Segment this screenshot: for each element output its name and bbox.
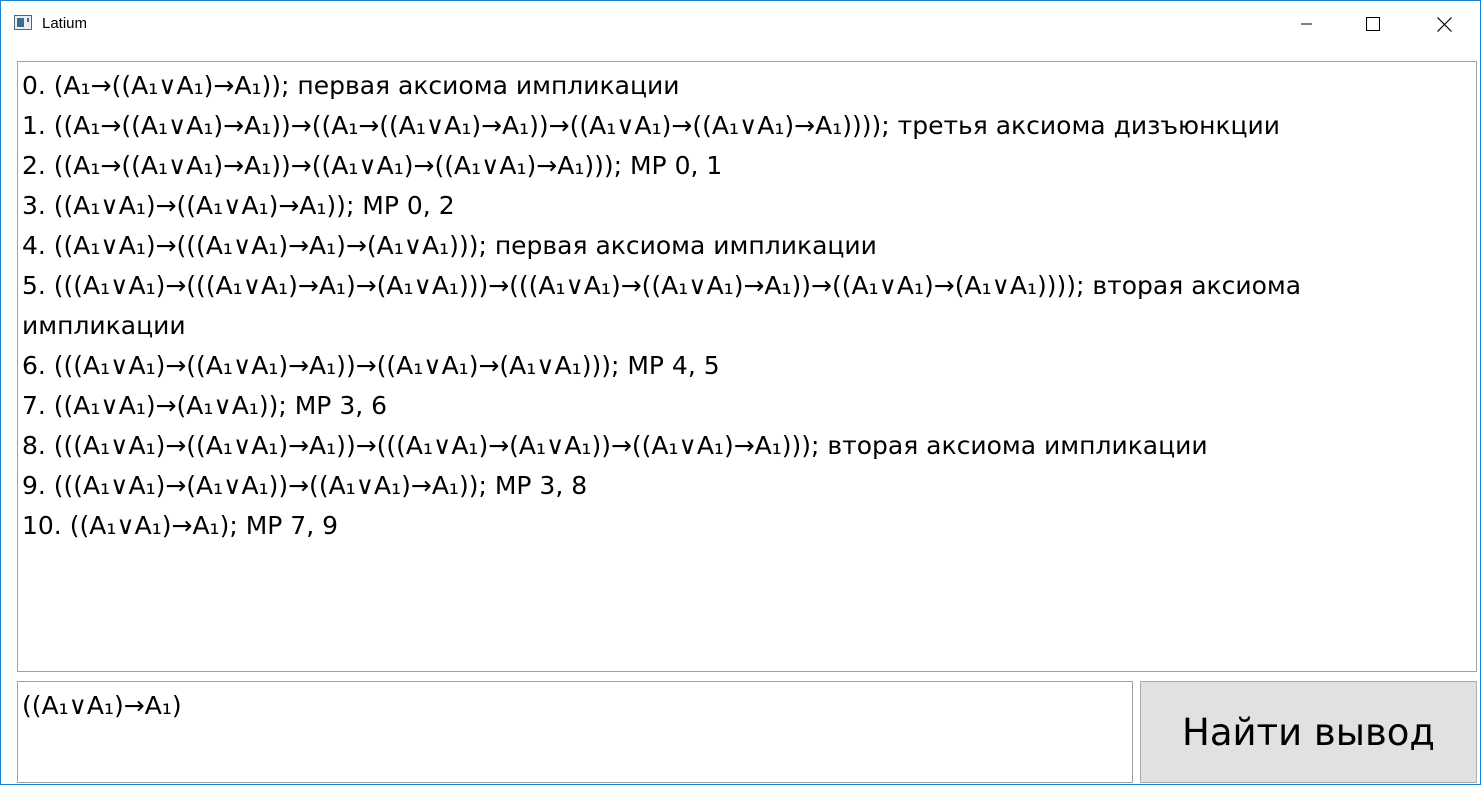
derivation-line: 10. ((A₁∨A₁)→A₁); MP 7, 9 [22, 511, 339, 540]
minimize-icon [1301, 23, 1312, 25]
derivation-line: 7. ((A₁∨A₁)→(A₁∨A₁)); MP 3, 6 [22, 391, 388, 420]
window-title: Latium [42, 15, 88, 32]
derivation-line: 2. ((A₁→((A₁∨A₁)→A₁))→((A₁∨A₁)→((A₁∨A₁)→… [22, 151, 723, 180]
derivation-line: 6. (((A₁∨A₁)→((A₁∨A₁)→A₁))→((A₁∨A₁)→(A₁∨… [22, 351, 720, 380]
derivation-line: 8. (((A₁∨A₁)→((A₁∨A₁)→A₁))→(((A₁∨A₁)→(A₁… [22, 431, 1208, 460]
derivation-line: 0. (A₁→((A₁∨A₁)→A₁)); первая аксиома имп… [22, 71, 680, 100]
find-derivation-button[interactable]: Найти вывод [1140, 681, 1477, 783]
app-window: Latium 0. (A₁→((A₁∨A₁)→A₁)); первая акси… [0, 0, 1481, 785]
maximize-icon [1366, 17, 1380, 31]
minimize-button[interactable] [1284, 1, 1330, 47]
derivation-output[interactable]: 0. (A₁→((A₁∨A₁)→A₁)); первая аксиома имп… [17, 61, 1477, 672]
derivation-line: 1. ((A₁→((A₁∨A₁)→A₁))→((A₁→((A₁∨A₁)→A₁))… [22, 111, 1281, 140]
derivation-line: 5. (((A₁∨A₁)→(((A₁∨A₁)→A₁)→(A₁∨A₁)))→(((… [22, 271, 1310, 340]
close-icon [1436, 16, 1452, 32]
derivation-line: 9. (((A₁∨A₁)→(A₁∨A₁))→((A₁∨A₁)→A₁)); MP … [22, 471, 588, 500]
close-button[interactable] [1421, 1, 1467, 47]
app-icon [14, 15, 32, 30]
maximize-button[interactable] [1350, 1, 1396, 47]
derivation-line: 4. ((A₁∨A₁)→(((A₁∨A₁)→A₁)→(A₁∨A₁))); пер… [22, 231, 877, 260]
title-bar[interactable]: Latium [1, 1, 1480, 47]
derivation-line: 3. ((A₁∨A₁)→((A₁∨A₁)→A₁)); MP 0, 2 [22, 191, 455, 220]
formula-input[interactable]: ((A₁∨A₁)→A₁) [17, 681, 1133, 783]
